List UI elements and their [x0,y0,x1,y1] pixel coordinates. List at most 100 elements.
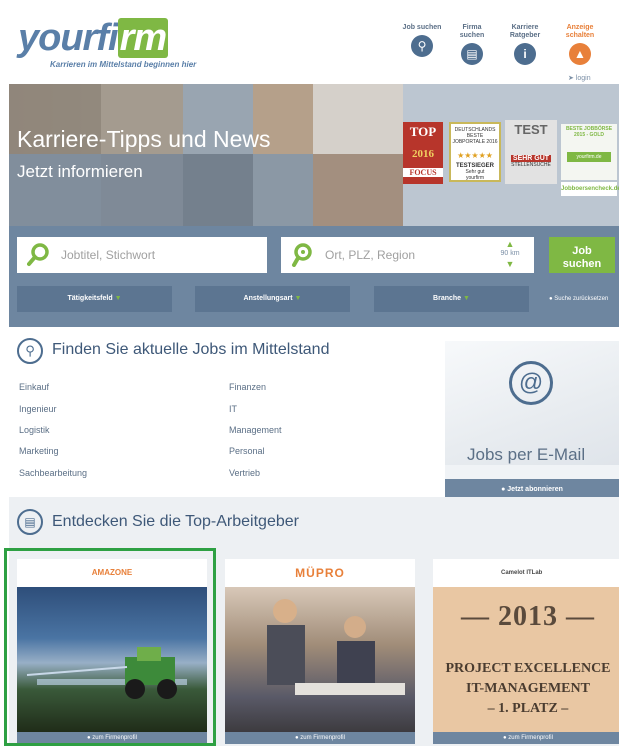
employer-card-amazone[interactable]: AMAZONE ● zum Firmenprofil [17,559,207,744]
employers-section: ▤ Entdecken Sie die Top-Arbeitgeber AMAZ… [9,497,619,746]
cta-label: zum Firmenprofil [300,735,345,741]
award-line: PROJECT EXCELLENCE [445,661,611,676]
category-link[interactable]: Finanzen [229,382,266,392]
logo-mark: rm [117,17,169,59]
category-link[interactable]: Einkauf [19,382,49,392]
info-icon: i [514,43,536,65]
job-search-button[interactable]: Job suchen [549,237,615,273]
nav-label: Karriere Ratgeber [509,24,541,39]
location-search-box[interactable]: ▲ 90 km ▼ [281,237,534,273]
category-link[interactable]: Personal [229,446,265,456]
filter-label: Anstellungsart [243,295,293,302]
category-link[interactable]: Management [229,425,282,435]
header: yourfirm Karrieren im Mittelstand beginn… [8,8,619,84]
filter-anstellungsart[interactable]: Anstellungsart ▼ [195,286,350,312]
company-logo: Camelot ITLab [501,570,543,576]
reset-search-link[interactable]: ● Suche zurücksetzen [549,286,608,312]
location-input[interactable] [325,237,485,273]
login-label: login [575,75,591,82]
hero-title: Karriere-Tipps und News [17,126,271,152]
category-link[interactable]: IT [229,404,237,414]
filter-label: Tätigkeitsfeld [67,295,113,302]
email-title: Jobs per E-Mail [467,445,586,464]
badge-line: FOCUS [403,168,443,177]
company-profile-link[interactable]: ● zum Firmenprofil [17,732,207,744]
category-link[interactable]: Vertrieb [229,468,260,478]
badge-line: TOP [409,124,437,139]
chevron-up-icon[interactable]: ▲ [495,240,525,249]
bullet-icon: ● [87,735,91,741]
filter-branche[interactable]: Branche ▼ [374,286,529,312]
building-icon: ▤ [461,43,483,65]
stars-icon: ★★★★★ [457,151,493,160]
category-link[interactable]: Logistik [19,425,50,435]
search-icon: ⚲ [17,338,43,364]
testsieger-badge: DEUTSCHLANDS BESTE JOBPORTALE 2016 ★★★★★… [449,122,501,182]
cta-label: zum Firmenprofil [508,735,553,741]
chevron-down-icon: ▼ [463,295,470,302]
button-line: suchen [562,257,602,270]
search-panel: ▲ 90 km ▼ Job suchen Tätigkeitsfeld ▼ An… [9,226,619,327]
badge-head: BESTE JOBBÖRSE 2015 - GOLD [565,126,613,138]
jobs-per-email-box[interactable]: @ Jobs per E-Mail ● Jetzt abonnieren [445,341,619,501]
employer-card-camelot[interactable]: Camelot ITLab — 2013 — PROJECT EXCELLENC… [433,559,619,744]
bullet-icon: ● [501,486,506,493]
award-line: – 1. PLATZ – [487,701,569,716]
bullet-icon: ● [549,296,553,302]
nav-job-suchen[interactable]: Job suchen ⚲ [402,24,442,57]
nav-label: Job suchen [402,24,442,31]
login-icon: ➤ [568,75,576,82]
cta-label: zum Firmenprofil [92,735,137,741]
page: yourfirm Karrieren im Mittelstand beginn… [0,0,619,746]
search-icon: ⚲ [411,35,433,57]
category-link[interactable]: Ingenieur [19,404,57,414]
button-line: Job [572,244,592,257]
tractor-illustration [26,647,187,699]
company-profile-link[interactable]: ● zum Firmenprofil [433,732,619,744]
subscribe-label: Jetzt abonnieren [507,486,563,493]
bullet-icon: ● [295,735,299,741]
tagline: Karrieren im Mittelstand beginnen hier [50,60,197,69]
badge-head: TEST [514,122,548,137]
filter-taetigkeitsfeld[interactable]: Tätigkeitsfeld ▼ [17,286,172,312]
filter-label: Branche [433,295,462,302]
badge-label: yourfirm.de [567,152,611,162]
employer-card-mupro[interactable]: MÜPRO ● zum Firmenprofil [225,559,415,744]
jobs-heading: Finden Sie aktuelle Jobs im Mittelstand [52,341,330,358]
category-link[interactable]: Sachbearbeitung [19,468,87,478]
logo[interactable]: yourfirm [18,17,169,59]
nav-firma-suchen[interactable]: Firma suchen ▤ [452,24,492,65]
business-meeting-photo [267,599,405,695]
hero-subtitle: Jetzt informieren [17,162,143,181]
nav-label: Firma suchen [459,24,485,39]
company-image [225,587,415,733]
badge-line: 2016 [412,148,434,160]
focus-top-badge: TOP 2016 FOCUS [403,122,443,184]
test-badge: TEST SEHR GUT STELLENSUCHE [505,120,557,184]
hero-banner[interactable]: Karriere-Tipps und News Jetzt informiere… [9,84,619,226]
badge-label: SEHR GUT [511,155,551,162]
location-pin-icon [292,243,312,267]
jobs-section: ⚲ Finden Sie aktuelle Jobs im Mittelstan… [9,327,619,501]
category-link[interactable]: Marketing [19,446,59,456]
logo-text: yourfi [18,17,119,59]
badge-source: yourfirm [465,175,485,181]
login-link[interactable]: ➤ login [568,74,591,82]
flame-icon: ▲ [569,43,591,65]
job-title-input[interactable] [61,237,261,273]
company-logo: MÜPRO [295,566,345,580]
job-search-box[interactable] [17,237,267,273]
award-year: — 2013 — [461,601,595,632]
company-image [17,587,207,733]
badge-head: DEUTSCHLANDS BESTE JOBPORTALE 2016 [452,127,498,145]
award-line: IT-MANAGEMENT [466,681,590,696]
beste-jobboerse-badge: BESTE JOBBÖRSE 2015 - GOLD yourfirm.de [561,124,617,180]
radius-stepper[interactable]: ▲ 90 km ▼ [495,240,525,270]
employers-heading: Entdecken Sie die Top-Arbeitgeber [52,513,299,530]
nav-label: Anzeige schalten [565,24,595,39]
chevron-down-icon: ▼ [294,295,302,302]
chevron-down-icon[interactable]: ▼ [495,260,525,269]
nav-anzeige-schalten[interactable]: Anzeige schalten ▲ [560,24,600,65]
nav-karriere-ratgeber[interactable]: Karriere Ratgeber i [505,24,545,65]
company-profile-link[interactable]: ● zum Firmenprofil [225,732,415,744]
